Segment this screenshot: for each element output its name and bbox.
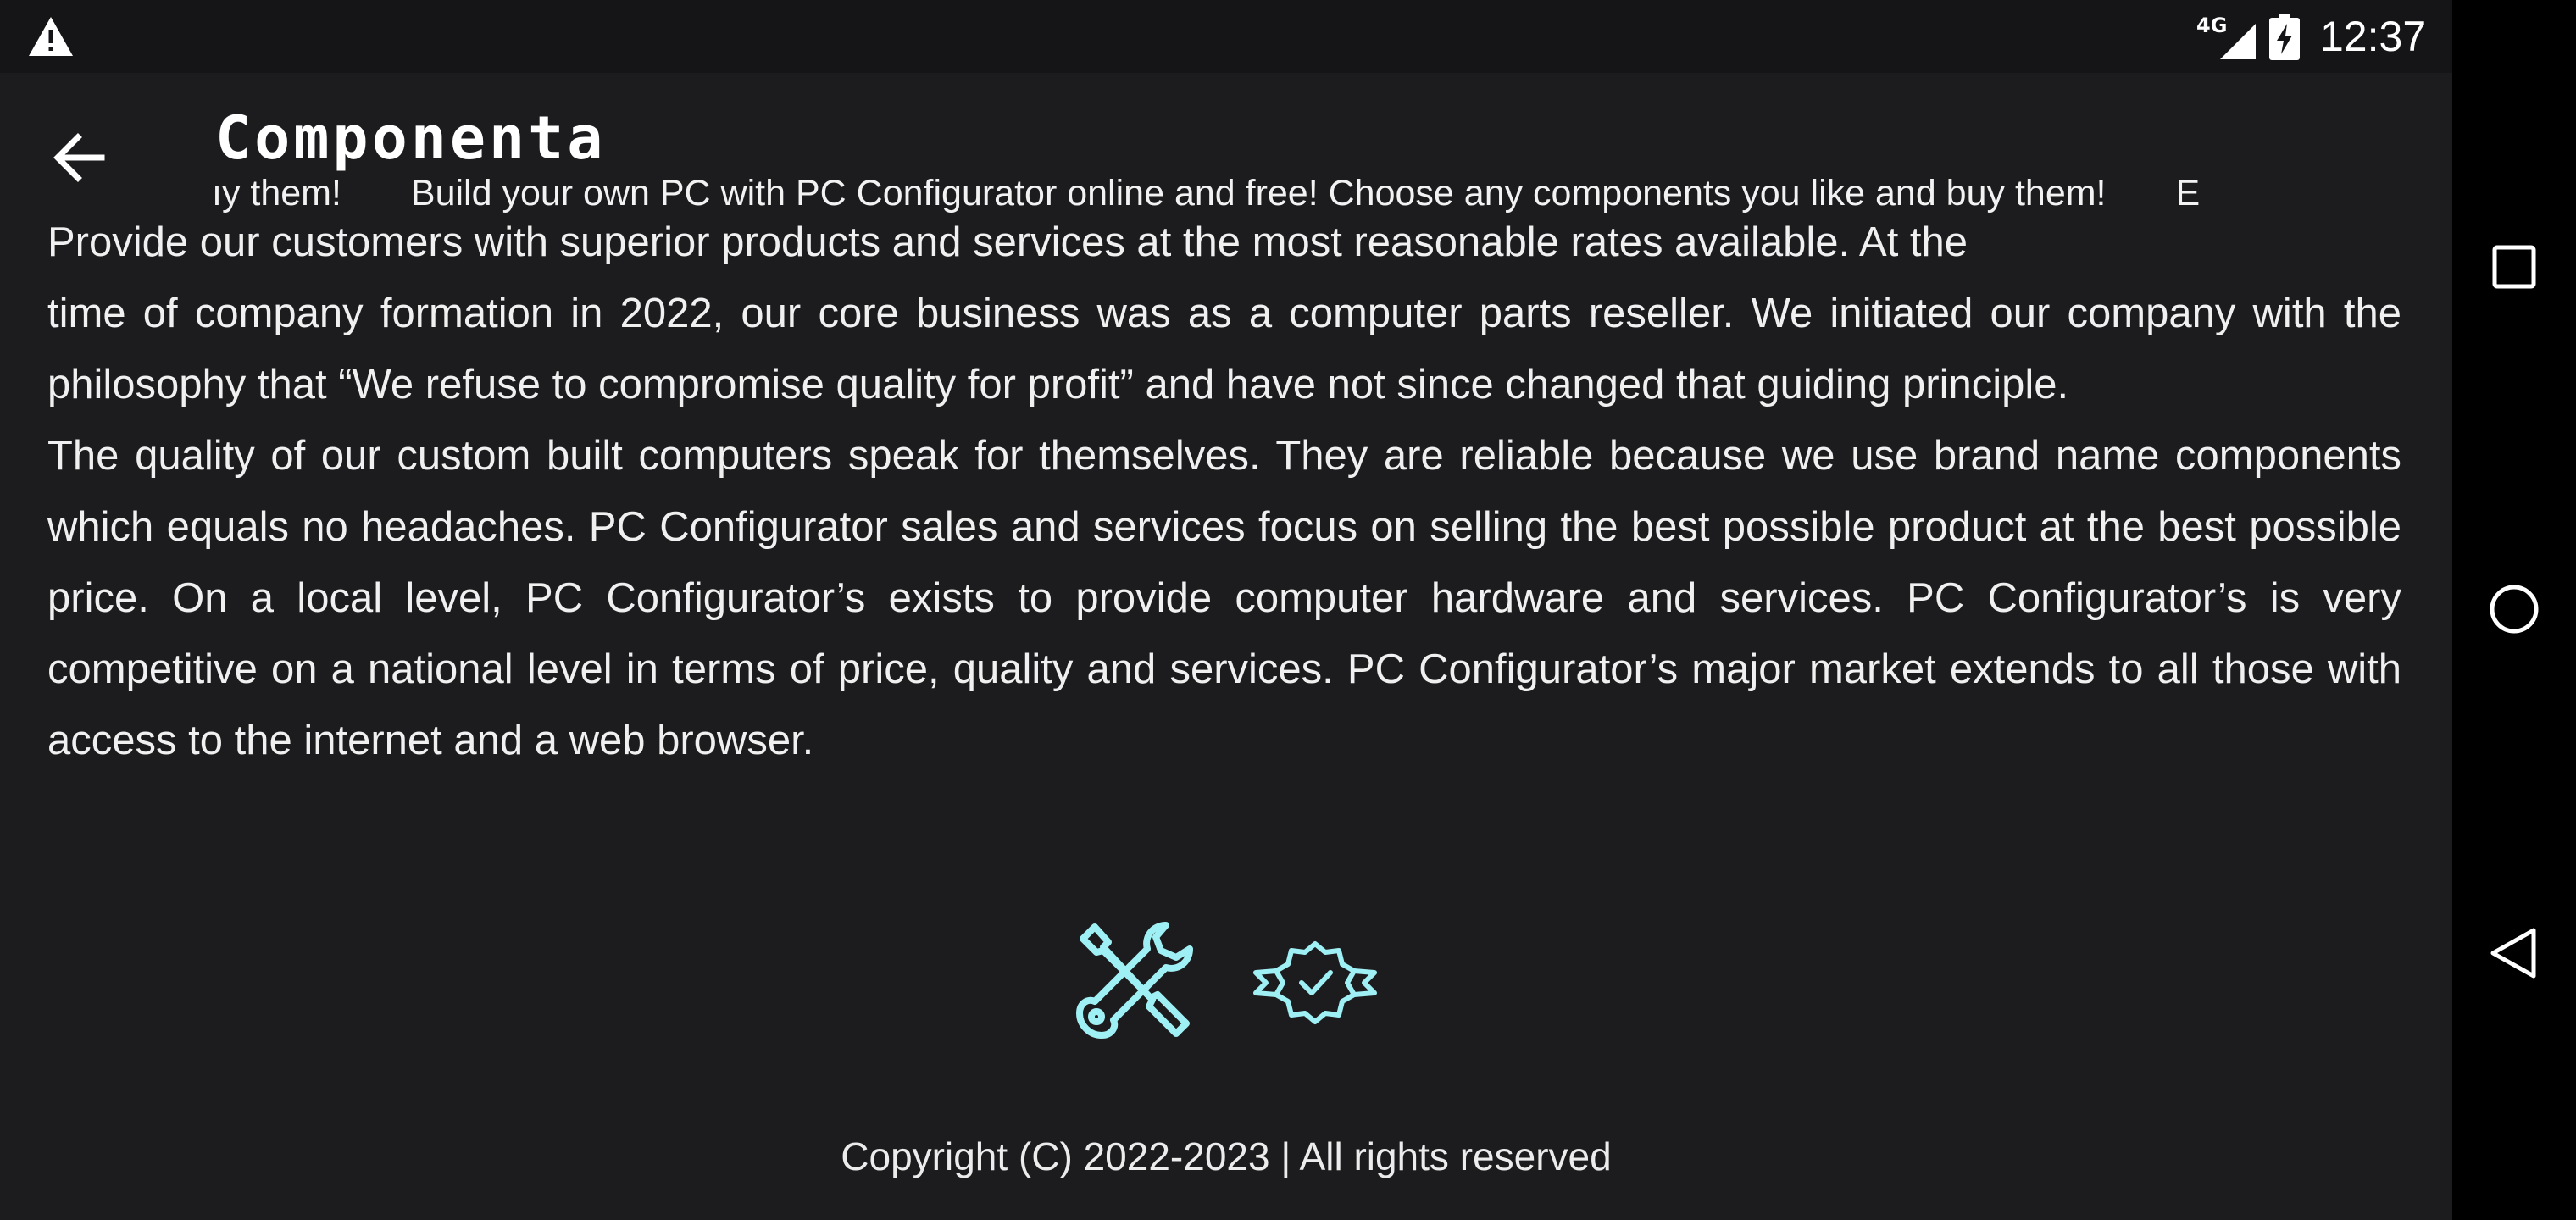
marquee-text-leading: ıy them! [212,173,341,214]
about-paragraph-2: The quality of our custom built computer… [47,433,2401,763]
battery-charging-icon [2269,14,2300,60]
home-circle-icon[interactable] [2484,580,2544,639]
status-bar: 4G 12:37 [0,0,2452,73]
marquee-text-trailing: E [2175,173,2201,214]
marquee-text: Build your own PC with PC Configurator o… [410,173,2107,214]
warning-icon [29,17,73,56]
recents-square-icon[interactable] [2484,237,2544,297]
app-title: Componenta [215,103,607,173]
copyright-text: Copyright (C) 2022-2023 | All rights res… [841,1134,1612,1178]
system-nav-bar [2452,0,2576,1220]
verified-badge-icon [1253,941,1377,1024]
status-clock: 12:37 [2320,13,2427,60]
about-paragraph-1: time of company formation in 2022, our c… [47,291,2401,408]
tools-icon [1076,922,1193,1039]
back-arrow-icon[interactable] [44,119,122,197]
about-text: Provide our customers with superior prod… [47,207,2401,776]
app-toolbar: Componenta ıy them! Build your own PC wi… [0,73,2452,222]
about-screen: Componenta ıy them! Build your own PC wi… [0,73,2452,1220]
signal-icon [2220,24,2256,59]
back-triangle-icon[interactable] [2484,923,2544,983]
marquee-banner: ıy them! Build your own PC with PC Confi… [212,173,2432,222]
